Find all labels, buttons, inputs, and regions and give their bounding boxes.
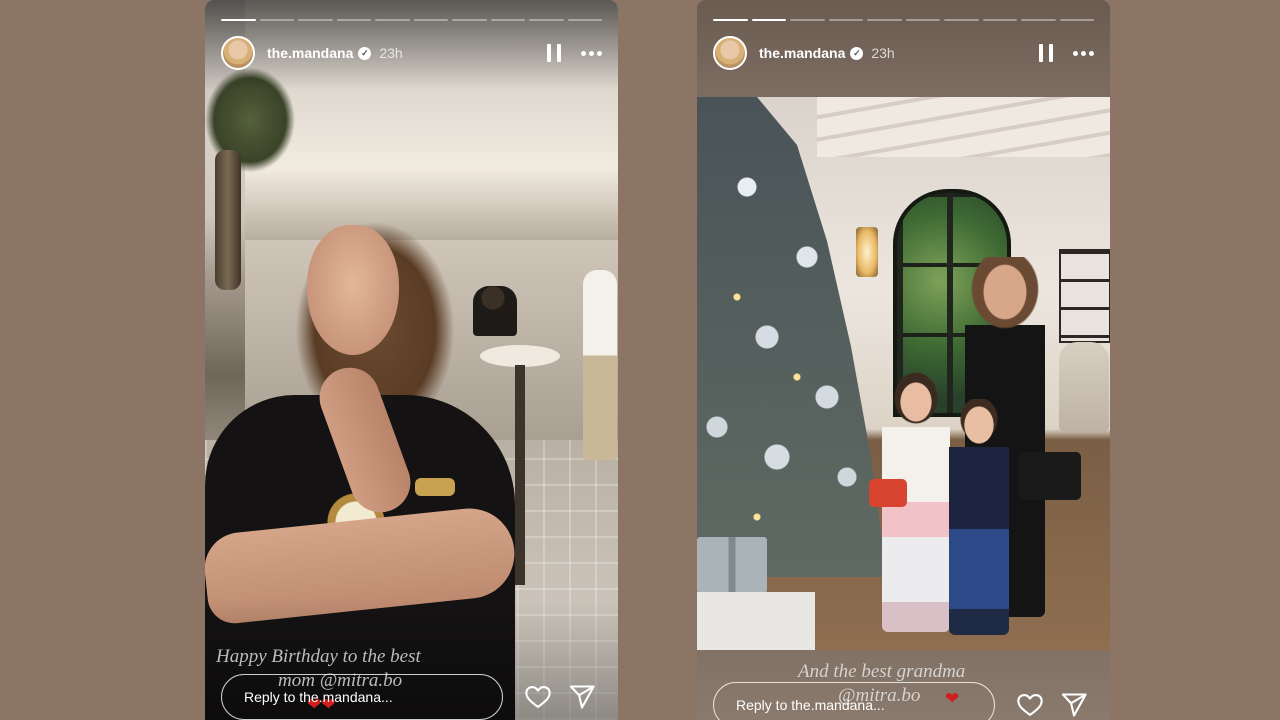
progress-segment [490, 19, 525, 21]
reply-input[interactable]: Reply to the.mandana... [221, 674, 503, 720]
progress-segment [751, 19, 786, 21]
reply-placeholder: Reply to the.mandana... [736, 697, 885, 713]
progress-segment [375, 19, 410, 21]
progress-segment [298, 19, 333, 21]
progress-segment [1021, 19, 1056, 21]
progress-segment [413, 19, 448, 21]
send-icon[interactable] [568, 683, 596, 711]
reply-input[interactable]: Reply to the.mandana... [713, 682, 995, 720]
heart-icon[interactable] [1016, 691, 1044, 719]
send-icon[interactable] [1060, 691, 1088, 719]
post-time: 23h [871, 45, 895, 61]
progress-segment [1059, 19, 1094, 21]
username[interactable]: the.mandana [267, 45, 353, 61]
progress-segment [944, 19, 979, 21]
progress-segment [452, 19, 487, 21]
story-card-2[interactable]: the.mandana ✓ 23h And the best grandma @… [697, 0, 1110, 720]
progress-segment [529, 19, 564, 21]
progress-segment [867, 19, 902, 21]
progress-segment [221, 19, 256, 21]
avatar[interactable] [713, 36, 747, 70]
more-options-icon[interactable] [1073, 50, 1094, 56]
caption-line: Happy Birthday to the best [216, 646, 421, 667]
pause-icon[interactable] [547, 44, 561, 62]
story-photo [205, 0, 618, 720]
verified-badge-icon: ✓ [358, 46, 372, 60]
reply-placeholder: Reply to the.mandana... [244, 689, 393, 705]
story-footer: Reply to the.mandana... [221, 673, 602, 720]
story-photo [697, 97, 1110, 650]
story-progress-bar [221, 19, 602, 21]
progress-segment [905, 19, 940, 21]
progress-segment [828, 19, 863, 21]
verified-badge-icon: ✓ [850, 46, 864, 60]
story-progress-bar [713, 19, 1094, 21]
more-options-icon[interactable] [581, 50, 602, 56]
story-footer: Reply to the.mandana... [713, 681, 1094, 720]
avatar[interactable] [221, 36, 255, 70]
story-header: the.mandana ✓ 23h [713, 34, 1094, 72]
heart-icon[interactable] [524, 683, 552, 711]
username[interactable]: the.mandana [759, 45, 845, 61]
progress-segment [259, 19, 294, 21]
pause-icon[interactable] [1039, 44, 1053, 62]
progress-segment [982, 19, 1017, 21]
progress-segment [336, 19, 371, 21]
story-header: the.mandana ✓ 23h [221, 34, 602, 72]
progress-segment [713, 19, 748, 21]
progress-segment [567, 19, 602, 21]
progress-segment [790, 19, 825, 21]
post-time: 23h [379, 45, 403, 61]
story-card-1[interactable]: the.mandana ✓ 23h Happy Birthday to the … [205, 0, 618, 720]
